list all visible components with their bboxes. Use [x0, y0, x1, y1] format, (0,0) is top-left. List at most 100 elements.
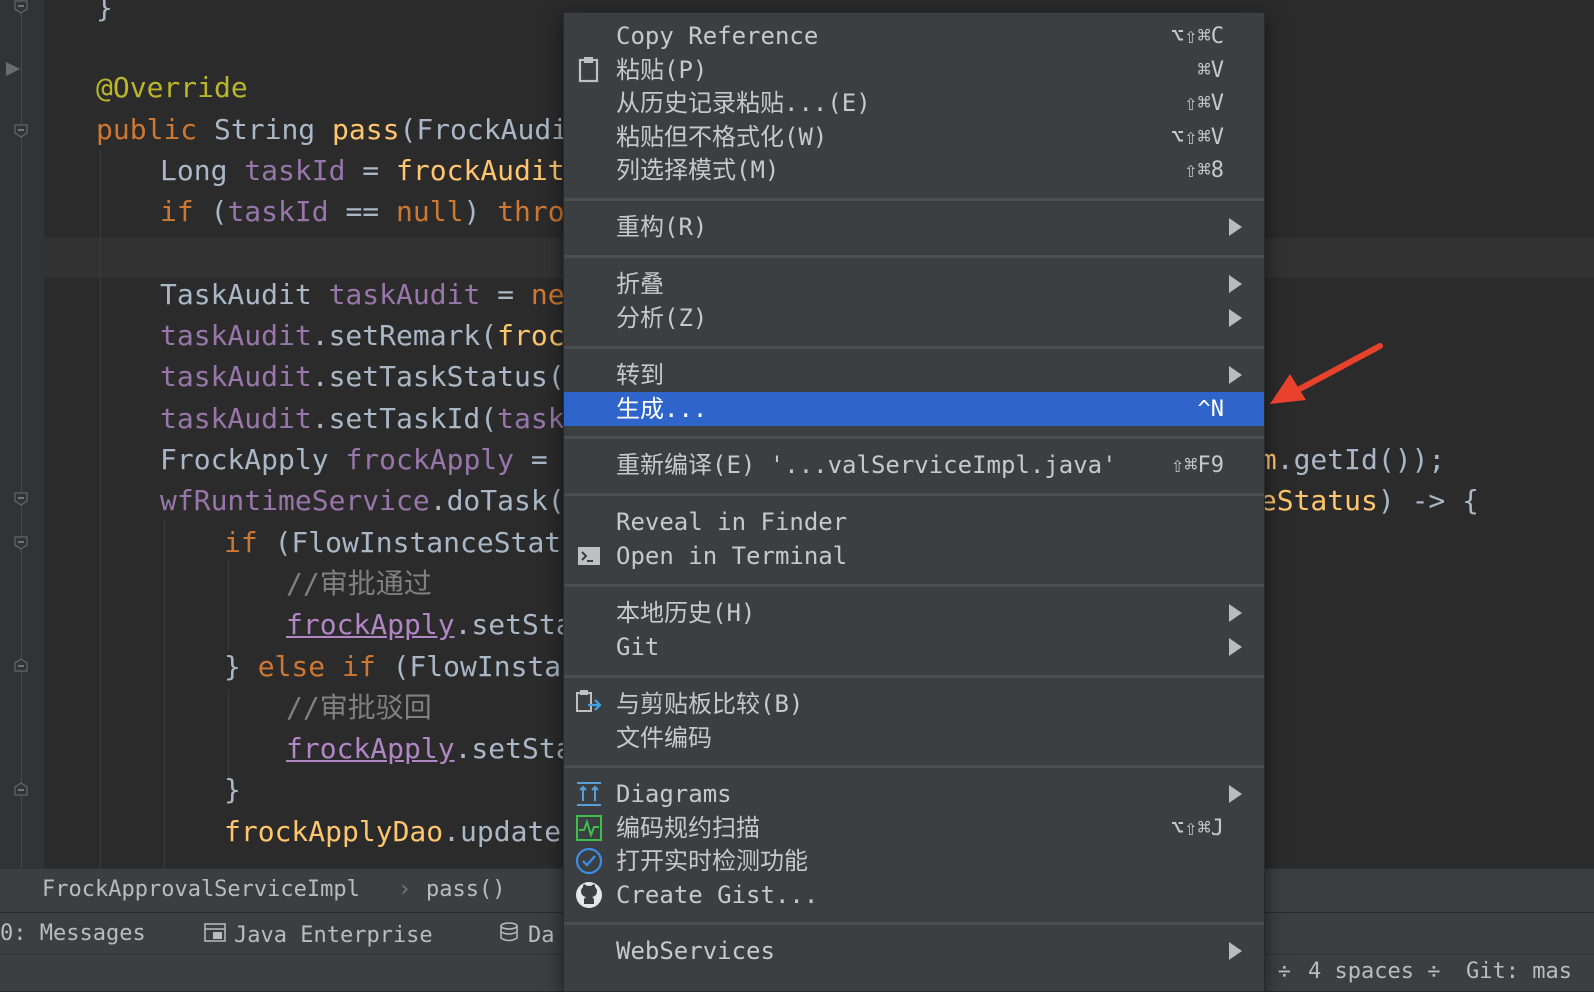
menu-item-paste[interactable]: 粘贴(P) ⌘V: [564, 53, 1264, 87]
menu-item-shortcut: ⇧⌘8: [1184, 158, 1224, 183]
submenu-arrow-icon: [1229, 604, 1242, 622]
indent-guide: [228, 560, 229, 650]
indent-selector[interactable]: 4 spaces ÷: [1308, 959, 1440, 984]
menu-item-goto[interactable]: 转到: [564, 358, 1264, 392]
code-line: public String pass(FrockAudit: [96, 113, 585, 146]
code-line: wfRuntimeService.doTask(t: [160, 484, 581, 517]
menu-item-analyze[interactable]: 分析(Z): [564, 301, 1264, 335]
submenu-arrow-icon: [1229, 785, 1242, 803]
git-branch-selector[interactable]: Git: mas: [1466, 959, 1572, 984]
code-comment: //审批通过: [286, 567, 432, 600]
menu-item-recompile[interactable]: 重新编译(E) '...valServiceImpl.java' ⇧⌘F9: [564, 448, 1264, 482]
diagram-icon: [574, 779, 604, 809]
github-icon: [574, 880, 604, 910]
menu-item-label: 重构(R): [616, 213, 708, 241]
menu-separator: [564, 255, 1264, 258]
code-line: taskAudit.setTaskStatus(f: [160, 360, 581, 393]
menu-item-code-scan[interactable]: 编码规约扫描 ⌥⇧⌘J: [564, 811, 1264, 845]
code-line: taskAudit.setRemark(frock: [160, 319, 582, 352]
menu-item-realtime-detection[interactable]: 打开实时检测功能: [564, 844, 1264, 878]
submenu-arrow-icon: [1229, 638, 1242, 656]
menu-item-label: Open in Terminal: [616, 542, 848, 570]
menu-separator: [564, 922, 1264, 925]
breadcrumb-method[interactable]: pass(): [426, 877, 505, 902]
code-line: taskAudit.setTaskId(taskI: [160, 402, 582, 435]
code-line-tail: ceStatus) -> {: [1243, 484, 1480, 517]
breadcrumb-separator: ›: [398, 877, 412, 902]
menu-item-open-in-terminal[interactable]: Open in Terminal: [564, 539, 1264, 573]
menu-item-shortcut: ⇧⌘F9: [1171, 453, 1224, 478]
code-line: }: [224, 773, 241, 806]
submenu-arrow-icon: [1229, 366, 1242, 384]
menu-item-label: 列选择模式(M): [616, 156, 780, 184]
menu-item-label: 折叠: [616, 270, 664, 298]
menu-item-folding[interactable]: 折叠: [564, 267, 1264, 301]
menu-item-label: 粘贴但不格式化(W): [616, 123, 828, 151]
menu-item-shortcut: ^N: [1197, 397, 1225, 422]
menu-item-create-gist[interactable]: Create Gist...: [564, 878, 1264, 912]
code-line: if (FlowInstanceStatu: [224, 526, 579, 559]
editor-context-menu: Copy Reference ⌥⇧⌘C 粘贴(P) ⌘V 从历史记录粘贴...(…: [563, 12, 1265, 992]
menu-separator: [564, 675, 1264, 678]
code-line: FrockApply frockApply = f: [160, 443, 581, 476]
fold-marker[interactable]: [14, 536, 28, 550]
menu-item-label: 本地历史(H): [616, 599, 756, 627]
menu-item-column-selection[interactable]: 列选择模式(M) ⇧⌘8: [564, 153, 1264, 187]
terminal-icon: [574, 541, 604, 571]
menu-item-label: 从历史记录粘贴...(E): [616, 89, 871, 117]
menu-item-label: 粘贴(P): [616, 56, 708, 84]
java-enterprise-label: Java Enterprise: [234, 922, 433, 948]
java-enterprise-tool-button[interactable]: Java Enterprise: [204, 921, 433, 949]
database-tool-button[interactable]: Da: [498, 921, 555, 949]
code-line: Long taskId = frockAuditP: [160, 154, 582, 187]
clipboard-icon: [574, 55, 604, 85]
menu-item-paste-simple[interactable]: 粘贴但不格式化(W) ⌥⇧⌘V: [564, 120, 1264, 154]
menu-item-label: 打开实时检测功能: [616, 847, 808, 875]
menu-item-label: Reveal in Finder: [616, 508, 848, 536]
menu-item-compare-with-clipboard[interactable]: 与剪贴板比较(B): [564, 687, 1264, 721]
fold-marker[interactable]: [14, 0, 28, 14]
menu-separator: [564, 765, 1264, 768]
menu-item-shortcut: ⌥⇧⌘V: [1171, 125, 1224, 150]
submenu-arrow-icon: [1229, 275, 1242, 293]
code-line: } else if (FlowInstan: [224, 650, 579, 683]
menu-item-local-history[interactable]: 本地历史(H): [564, 596, 1264, 630]
menu-separator: [564, 584, 1264, 587]
menu-item-label: 编码规约扫描: [616, 814, 760, 842]
scan-icon: [574, 813, 604, 843]
run-gutter-icon[interactable]: [4, 60, 22, 82]
fold-marker[interactable]: [14, 782, 28, 796]
menu-item-reveal-in-finder[interactable]: Reveal in Finder: [564, 505, 1264, 539]
indent-guide: [164, 520, 165, 868]
code-line: @Override: [96, 71, 248, 104]
messages-tool-button[interactable]: 0: Messages: [0, 921, 146, 946]
menu-item-label: WebServices: [616, 937, 775, 965]
menu-item-label: 重新编译(E) '...valServiceImpl.java': [616, 451, 1117, 479]
menu-item-refactor[interactable]: 重构(R): [564, 210, 1264, 244]
fold-marker[interactable]: [14, 492, 28, 506]
menu-item-label: Create Gist...: [616, 881, 819, 909]
menu-item-file-encoding[interactable]: 文件编码: [564, 721, 1264, 755]
menu-item-label: 文件编码: [616, 724, 712, 752]
menu-item-paste-from-history[interactable]: 从历史记录粘贴...(E) ⇧⌘V: [564, 86, 1264, 120]
java-enterprise-icon: [204, 921, 226, 949]
menu-item-copy-reference[interactable]: Copy Reference ⌥⇧⌘C: [564, 19, 1264, 53]
menu-item-git[interactable]: Git: [564, 630, 1264, 664]
menu-separator: [564, 346, 1264, 349]
menu-item-shortcut: ⌘V: [1197, 58, 1225, 83]
code-line: frockApply.setSta: [286, 608, 573, 641]
breadcrumb-class[interactable]: FrockApprovalServiceImpl: [42, 877, 360, 902]
code-line-tail: am.getId());: [1243, 443, 1446, 476]
fold-marker[interactable]: [14, 124, 28, 138]
code-comment: //审批驳回: [286, 691, 432, 724]
fold-marker[interactable]: [14, 658, 28, 672]
menu-item-label: 分析(Z): [616, 304, 708, 332]
red-annotation-arrow-icon: [1270, 340, 1390, 424]
menu-item-diagrams[interactable]: Diagrams: [564, 777, 1264, 811]
menu-item-webservices[interactable]: WebServices: [564, 934, 1264, 968]
menu-item-label: 转到: [616, 361, 664, 389]
code-line: frockApply.setSta: [286, 732, 573, 765]
compare-clipboard-icon: [574, 689, 604, 719]
menu-item-generate[interactable]: 生成... ^N: [564, 392, 1264, 426]
menu-item-label: 生成...: [616, 395, 708, 423]
